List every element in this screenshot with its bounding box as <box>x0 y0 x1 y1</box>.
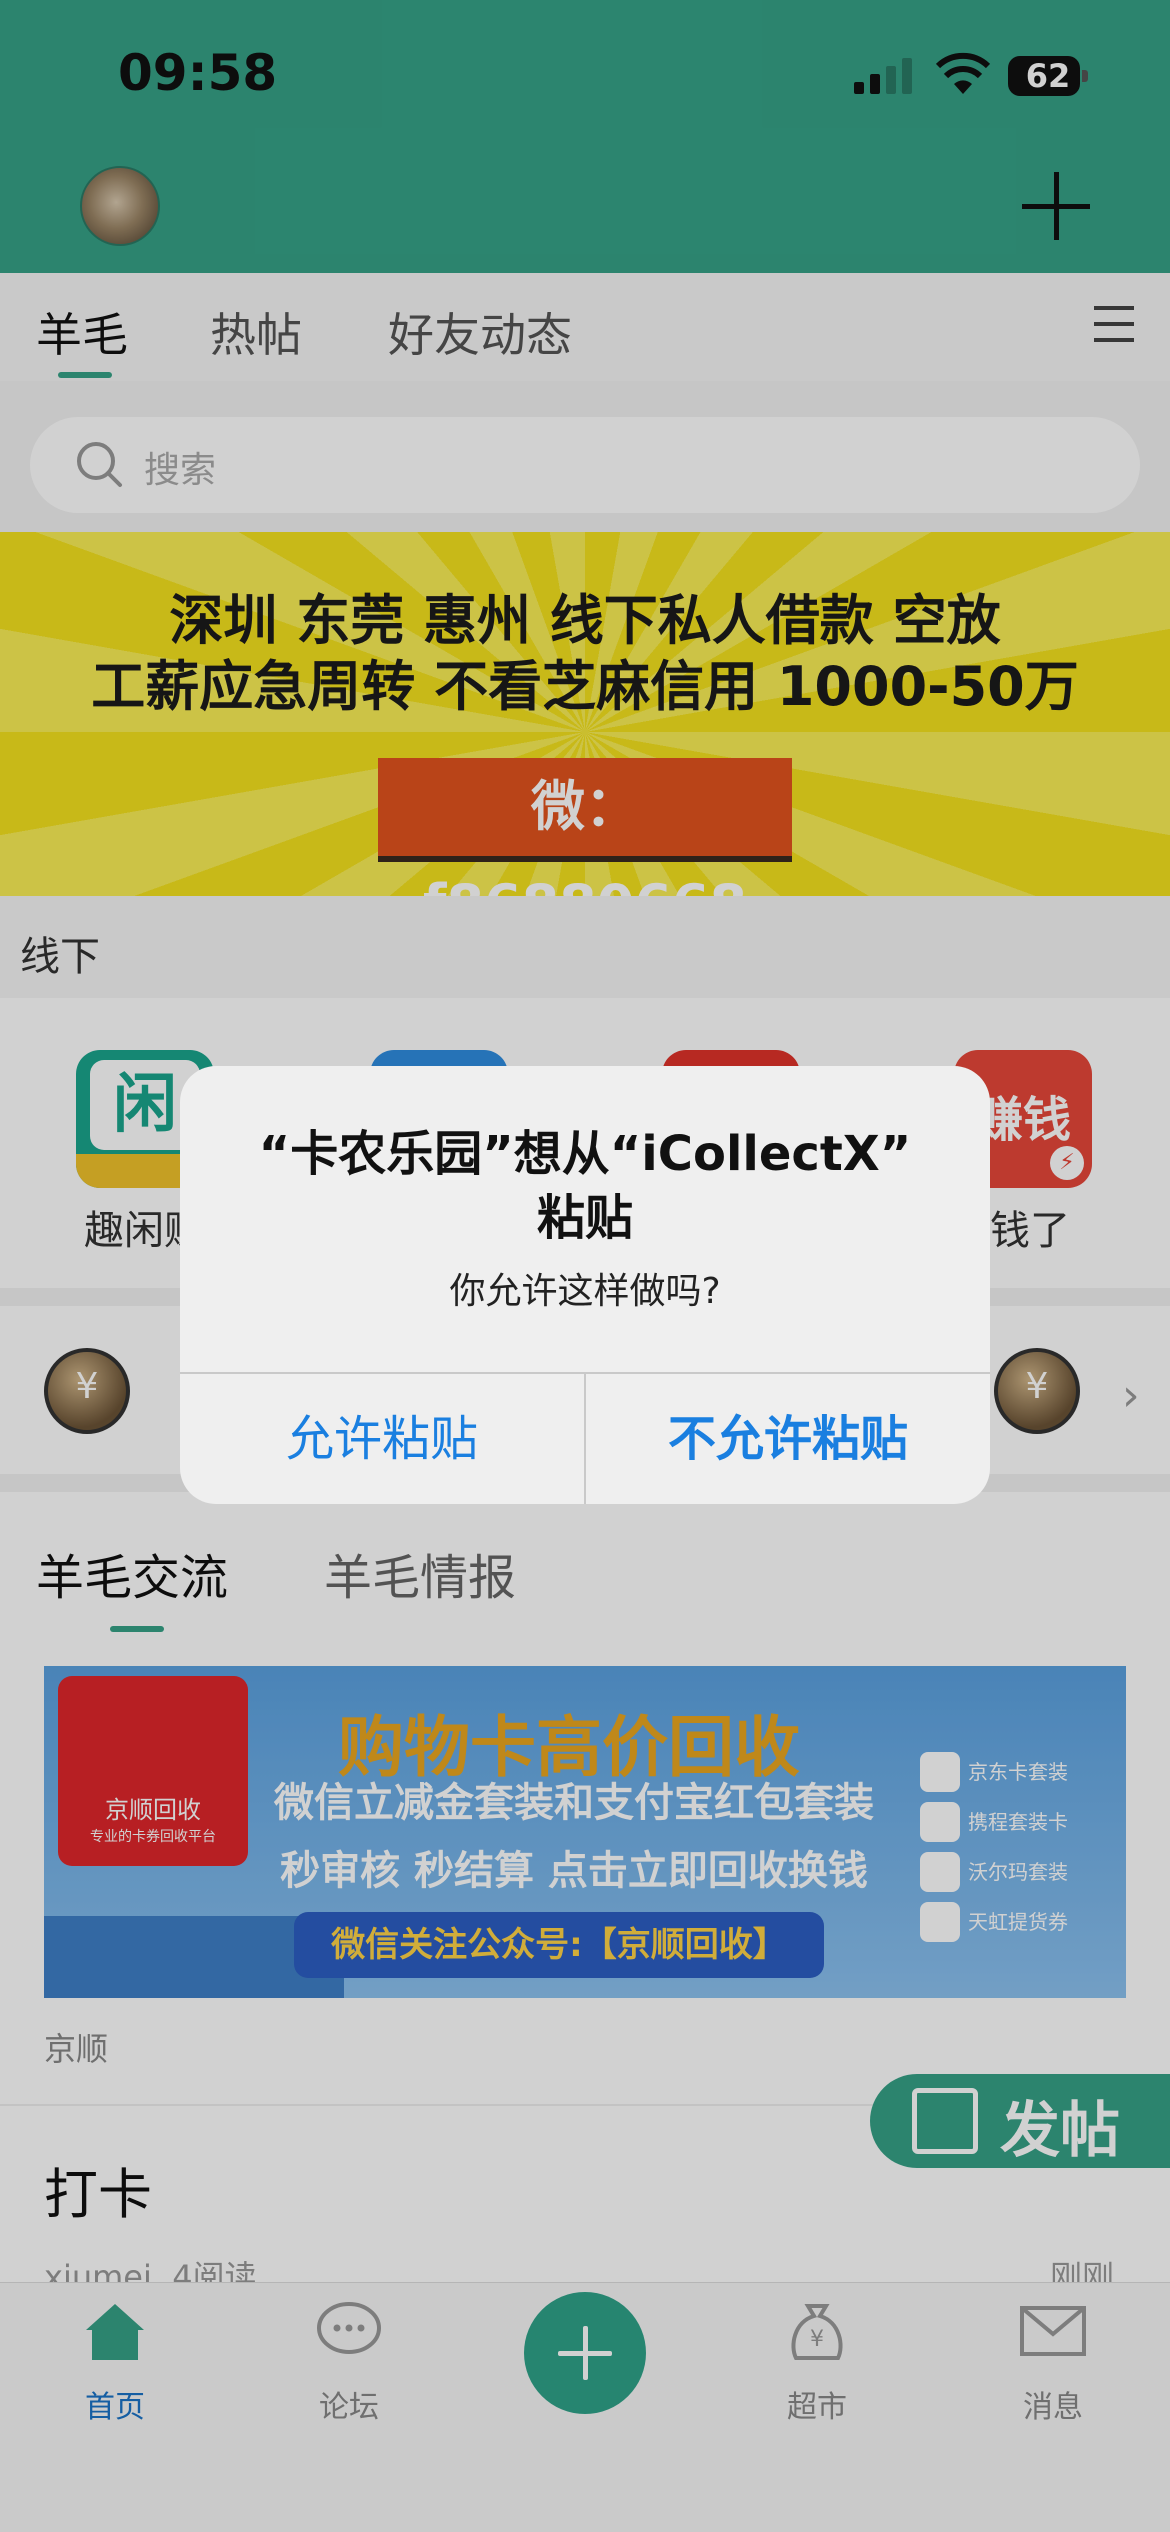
deny-paste-button[interactable]: 不允许粘贴 <box>586 1374 990 1504</box>
alert-title: “卡农乐园”想从“iCollectX” 粘贴 <box>220 1122 950 1250</box>
alert-title-line1: “卡农乐园”想从“iCollectX” <box>258 1126 912 1182</box>
alert-title-line2: 粘贴 <box>536 1190 633 1246</box>
paste-permission-alert: “卡农乐园”想从“iCollectX” 粘贴 你允许这样做吗? 允许粘贴 不允许… <box>180 1066 990 1504</box>
alert-message: 你允许这样做吗? <box>449 1271 721 1312</box>
allow-paste-button[interactable]: 允许粘贴 <box>180 1374 584 1504</box>
